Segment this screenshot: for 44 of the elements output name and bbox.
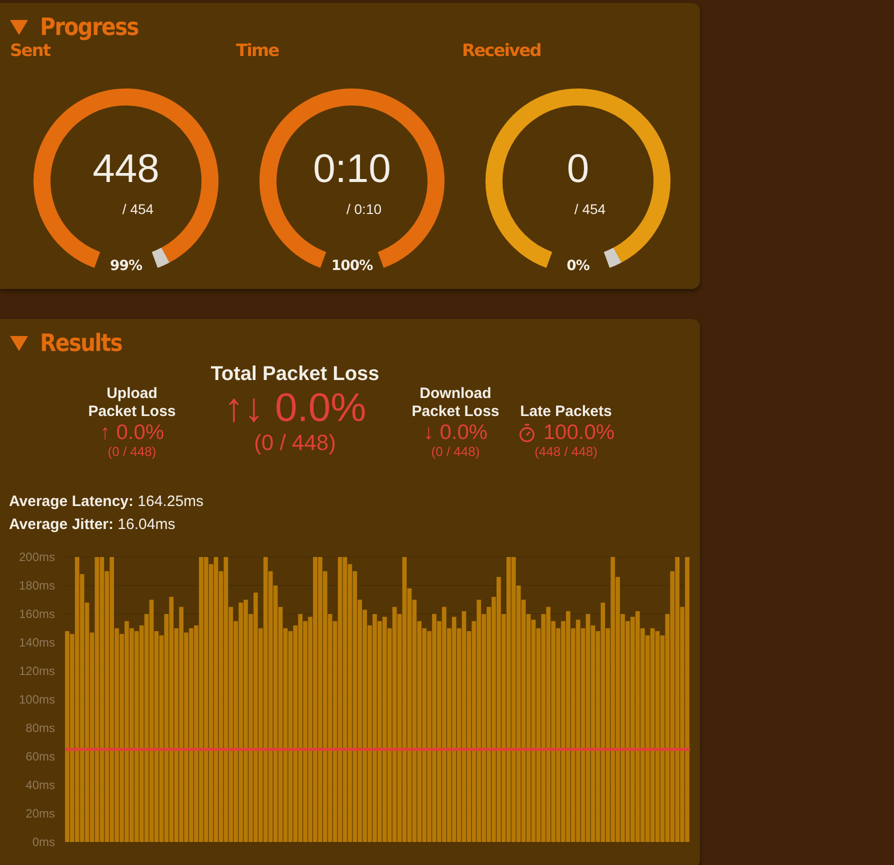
axis-tick-label: 180ms: [18, 578, 55, 593]
gauge-label: Sent: [10, 41, 50, 61]
gauge-value: 0: [566, 147, 590, 192]
gauge-percent: 99%: [110, 258, 142, 274]
stat-value: ↑ 0.0%: [100, 421, 164, 444]
total-loss-value: ↑↓ 0.0%: [224, 386, 366, 430]
gauge-percent: 100%: [331, 258, 373, 274]
gauge-value: 0:10: [312, 147, 392, 192]
average-line: Average Latency: 164.25ms: [9, 493, 205, 510]
collapse-triangle-icon[interactable]: [10, 19, 28, 35]
stat-value: 100.0%: [543, 421, 615, 444]
gauge-label: Time: [236, 41, 279, 61]
total-loss-title: Total Packet Loss: [210, 363, 380, 386]
stopwatch-icon: [517, 422, 538, 443]
axis-tick-label: 20ms: [26, 806, 55, 821]
axis-tick-label: 100ms: [18, 692, 55, 707]
axis-tick-label: 80ms: [26, 721, 55, 736]
gauge-label: Received: [462, 41, 541, 61]
axis-tick-label: 200ms: [18, 550, 55, 564]
stat-detail: (0 / 448): [108, 444, 156, 460]
total-loss-detail: (0 / 448): [254, 430, 336, 456]
axis-tick-label: 0ms: [32, 835, 55, 850]
gauge-remainder: [152, 248, 170, 268]
panel-title[interactable]: Progress: [40, 13, 138, 41]
stat-label: Upload Packet Loss: [87, 385, 177, 421]
stat-detail: (0 / 448): [431, 444, 480, 460]
gauge-percent: 0%: [566, 258, 590, 274]
axis-tick-label: 120ms: [18, 664, 55, 678]
axis-tick-label: 40ms: [26, 778, 55, 792]
gauge-total: / 0:10: [346, 201, 382, 217]
axis-tick-label: 140ms: [18, 636, 55, 650]
average-line: Average Jitter: 16.04ms: [9, 516, 176, 534]
stat-value: ↓ 0.0%: [423, 421, 488, 444]
collapse-triangle-icon[interactable]: [10, 335, 28, 351]
stat-label: Download Packet Loss: [410, 385, 500, 421]
gauge-value: 448: [92, 147, 160, 192]
panel-title[interactable]: Results: [40, 329, 122, 357]
gauge-total: / 454: [122, 201, 154, 217]
stat-detail: (448 / 448): [534, 444, 598, 460]
stat-label: Late Packets: [520, 402, 612, 421]
axis-tick-label: 160ms: [18, 607, 55, 622]
axis-tick-label: 60ms: [26, 750, 55, 764]
gauge-total: / 454: [574, 201, 606, 217]
gauge-remainder: [604, 248, 622, 268]
